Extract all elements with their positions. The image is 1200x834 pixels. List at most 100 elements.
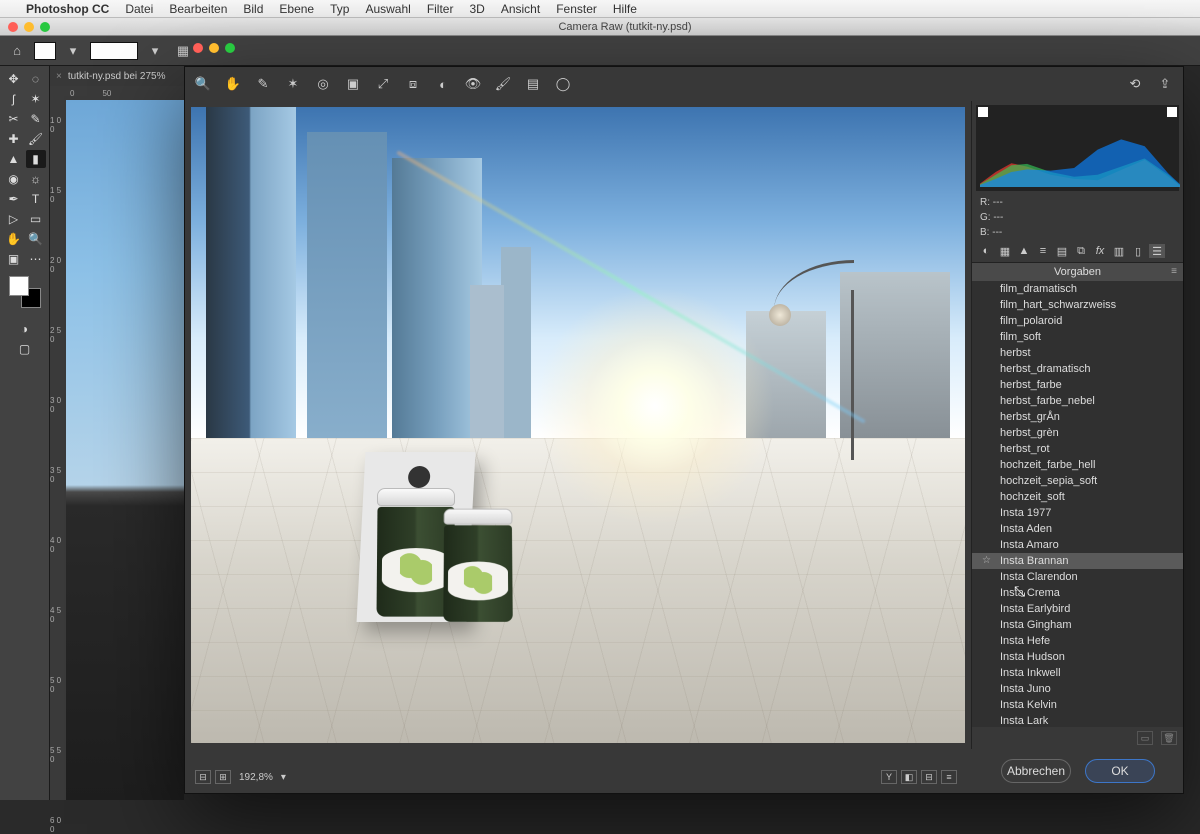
cancel-button[interactable]: Abbrechen [1001, 759, 1071, 783]
panel-menu-icon[interactable]: ≡ [1171, 266, 1177, 277]
hsl-tab-icon[interactable]: ≡ [1035, 244, 1051, 258]
preset-item[interactable]: hochzeit_soft [972, 489, 1183, 505]
lasso-tool-icon[interactable]: ʃ [4, 90, 24, 108]
menu-view[interactable]: Ansicht [501, 2, 540, 16]
document-tab[interactable]: ×tutkit-ny.psd bei 275% [50, 66, 184, 86]
zoom-tool-icon[interactable]: 🔍 [193, 74, 213, 94]
preset-item[interactable]: Insta Brannan [972, 553, 1183, 569]
preset-item[interactable]: Insta Amaro [972, 537, 1183, 553]
move-tool-icon[interactable]: ✥ [4, 70, 24, 88]
heal-tool-icon[interactable]: ✚ [4, 130, 24, 148]
wand-tool-icon[interactable]: ✶ [26, 90, 46, 108]
delete-preset-icon[interactable]: 🗑 [1161, 731, 1177, 745]
preset-item[interactable]: herbst_grèn [972, 425, 1183, 441]
basic-tab-icon[interactable]: ◐ [978, 244, 994, 258]
grad-filter-icon[interactable]: ▤ [523, 74, 543, 94]
foreground-background-swatch[interactable] [9, 276, 41, 308]
fx-tab-icon[interactable]: fx [1092, 244, 1108, 258]
preset-item[interactable]: Insta Hefe [972, 633, 1183, 649]
preset-item[interactable]: Insta Inkwell [972, 665, 1183, 681]
preset-item[interactable]: film_soft [972, 329, 1183, 345]
preset-item[interactable]: hochzeit_farbe_hell [972, 457, 1183, 473]
redeye-icon[interactable]: 👁 [463, 74, 483, 94]
quickmask-icon[interactable]: ◑ [15, 320, 35, 338]
preset-item[interactable]: film_hart_schwarzweiss [972, 297, 1183, 313]
preset-item[interactable]: Insta Lark [972, 713, 1183, 727]
spot-removal-icon[interactable]: ◐ [433, 74, 453, 94]
transform-icon[interactable]: ⧈ [403, 74, 423, 94]
marquee-tool-icon[interactable]: ◌ [26, 70, 46, 88]
preset-item[interactable]: Insta Crema⤡ [972, 585, 1183, 601]
preset-item[interactable]: Insta 1977 [972, 505, 1183, 521]
maximize-icon[interactable] [225, 43, 235, 53]
preset-item[interactable]: film_dramatisch [972, 281, 1183, 297]
preset-item[interactable]: herbst_dramatisch [972, 361, 1183, 377]
blur-tool-icon[interactable]: ◉ [4, 170, 24, 188]
histogram[interactable] [976, 105, 1179, 191]
preset-item[interactable]: herbst_grÅn [972, 409, 1183, 425]
preset-item[interactable]: Insta Clarendon [972, 569, 1183, 585]
curve-tab-icon[interactable]: ▦ [997, 244, 1013, 258]
preset-item[interactable]: Insta Aden [972, 521, 1183, 537]
preset-item[interactable]: hochzeit_sepia_soft [972, 473, 1183, 489]
preset-item[interactable]: herbst [972, 345, 1183, 361]
preset-item[interactable]: Insta Earlybird [972, 601, 1183, 617]
presets-list[interactable]: film_dramatischfilm_hart_schwarzweissfil… [972, 281, 1183, 727]
artboard-tool-icon[interactable]: ▣ [4, 250, 24, 268]
shadow-clip-icon[interactable] [978, 107, 988, 117]
split-tab-icon[interactable]: ▤ [1054, 244, 1070, 258]
zoom-tool-icon[interactable]: 🔍 [26, 230, 46, 248]
type-tool-icon[interactable]: T [26, 190, 46, 208]
screenmode-icon[interactable]: ▢ [15, 340, 35, 358]
presets-tab-icon[interactable]: ☰ [1149, 244, 1165, 258]
hand-tool-icon[interactable]: ✋ [223, 74, 243, 94]
crop-icon[interactable]: ▣ [343, 74, 363, 94]
radial-filter-icon[interactable]: ◯ [553, 74, 573, 94]
preset-item[interactable]: Insta Gingham [972, 617, 1183, 633]
path-tool-icon[interactable]: ▷ [4, 210, 24, 228]
app-name[interactable]: Photoshop CC [26, 2, 109, 16]
straighten-icon[interactable]: ⤢ [373, 74, 393, 94]
targeted-adjust-icon[interactable]: ◎ [313, 74, 333, 94]
minimize-icon[interactable] [209, 43, 219, 53]
menu-select[interactable]: Auswahl [365, 2, 410, 16]
preset-item[interactable]: herbst_farbe_nebel [972, 393, 1183, 409]
crop-tool-icon[interactable]: ✂ [4, 110, 24, 128]
minimize-icon[interactable] [24, 22, 34, 32]
menu-type[interactable]: Typ [330, 2, 349, 16]
brush-tool-icon[interactable]: 🖌 [26, 130, 46, 148]
maximize-icon[interactable] [40, 22, 50, 32]
camera-raw-preview[interactable] [191, 107, 965, 743]
rotate-icon[interactable]: ⟲ [1125, 74, 1145, 94]
eyedropper-tool-icon[interactable]: ✎ [26, 110, 46, 128]
chevron-down-icon[interactable]: ▾ [62, 40, 84, 62]
menu-help[interactable]: Hilfe [613, 2, 637, 16]
dodge-tool-icon[interactable]: ☼ [26, 170, 46, 188]
close-icon[interactable] [8, 22, 18, 32]
menu-image[interactable]: Bild [243, 2, 263, 16]
preset-item[interactable]: film_polaroid [972, 313, 1183, 329]
close-icon[interactable] [193, 43, 203, 53]
menu-file[interactable]: Datei [125, 2, 153, 16]
layers-icon[interactable]: ▦ [172, 40, 194, 62]
gradient-tool-icon[interactable]: ▮ [26, 150, 46, 168]
detail-tab-icon[interactable]: ▲ [1016, 244, 1032, 258]
highlight-clip-icon[interactable] [1167, 107, 1177, 117]
options-field[interactable] [90, 42, 138, 60]
hand-tool-icon[interactable]: ✋ [4, 230, 24, 248]
menu-edit[interactable]: Bearbeiten [169, 2, 227, 16]
preset-item[interactable]: herbst_farbe [972, 377, 1183, 393]
preset-item[interactable]: herbst_rot [972, 441, 1183, 457]
home-icon[interactable]: ⌂ [6, 40, 28, 62]
ok-button[interactable]: OK [1085, 759, 1155, 783]
close-tab-icon[interactable]: × [56, 71, 62, 82]
menu-layer[interactable]: Ebene [279, 2, 314, 16]
white-balance-icon[interactable]: ✎ [253, 74, 273, 94]
more-tools-icon[interactable]: ⋯ [26, 250, 46, 268]
chevron-down-icon[interactable]: ▾ [144, 40, 166, 62]
preset-item[interactable]: Insta Juno [972, 681, 1183, 697]
export-icon[interactable]: ⇪ [1155, 74, 1175, 94]
presets2-tab-icon[interactable]: ▯ [1130, 244, 1146, 258]
color-sampler-icon[interactable]: ✶ [283, 74, 303, 94]
adjust-brush-icon[interactable]: 🖌 [493, 74, 513, 94]
